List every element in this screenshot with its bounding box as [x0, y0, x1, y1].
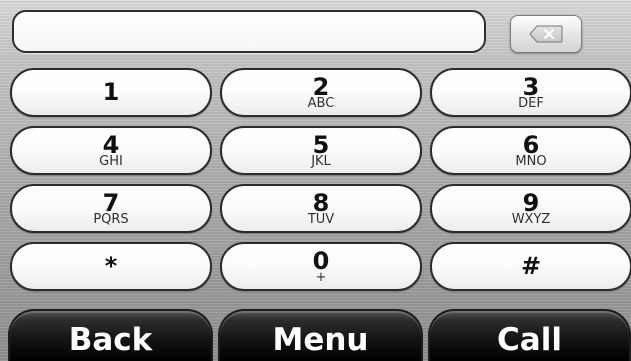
key-3-letters: DEF	[518, 96, 544, 111]
dialed-number-text	[30, 20, 468, 44]
key-star[interactable]: *	[10, 242, 212, 291]
key-4[interactable]: 4 GHI	[10, 126, 212, 175]
back-button[interactable]: Back	[8, 309, 213, 361]
back-button-label: Back	[68, 322, 153, 358]
menu-button-label: Menu	[272, 322, 369, 358]
backspace-icon	[529, 25, 563, 43]
key-9[interactable]: 9 WXYZ	[430, 184, 631, 233]
key-8[interactable]: 8 TUV	[220, 184, 422, 233]
key-6[interactable]: 6 MNO	[430, 126, 631, 175]
backspace-button[interactable]	[510, 15, 582, 53]
dialed-number-display[interactable]	[12, 10, 486, 53]
key-5-letters: JKL	[311, 154, 331, 169]
call-button-label: Call	[497, 322, 562, 358]
menu-button[interactable]: Menu	[218, 309, 423, 361]
key-8-letters: TUV	[307, 212, 335, 227]
key-0-plus: +	[315, 270, 327, 285]
key-1-label: 1	[102, 78, 120, 106]
dial-keypad: 1 2 ABC 3 DEF 4 GHI 5 JKL 6 MNO 7 PQRS 8	[10, 68, 631, 294]
call-button[interactable]: Call	[428, 309, 631, 361]
key-5[interactable]: 5 JKL	[220, 126, 422, 175]
key-1[interactable]: 1	[10, 68, 212, 117]
key-3[interactable]: 3 DEF	[430, 68, 631, 117]
key-9-letters: WXYZ	[511, 212, 551, 227]
key-6-letters: MNO	[515, 154, 547, 169]
key-2[interactable]: 2 ABC	[220, 68, 422, 117]
key-0[interactable]: 0 +	[220, 242, 422, 291]
phone-dialer-screen: 1 2 ABC 3 DEF 4 GHI 5 JKL 6 MNO 7 PQRS 8	[0, 0, 631, 361]
key-7-letters: PQRS	[93, 212, 129, 227]
key-hash[interactable]: #	[430, 242, 631, 291]
key-2-letters: ABC	[307, 96, 335, 111]
key-7[interactable]: 7 PQRS	[10, 184, 212, 233]
key-hash-label: #	[520, 252, 542, 280]
key-star-label: *	[104, 252, 118, 280]
key-4-letters: GHI	[99, 154, 123, 169]
bottom-action-bar: Back Menu Call	[0, 309, 631, 361]
